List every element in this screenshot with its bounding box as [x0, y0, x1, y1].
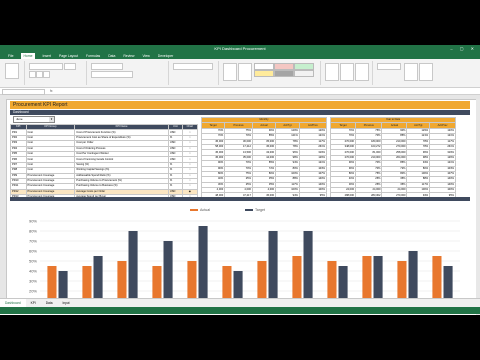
radio-icon[interactable]: ○: [189, 185, 191, 188]
sort-filter-icon[interactable]: [404, 63, 418, 81]
table-row[interactable]: PR9 Procurement Coverage Addressable Spend…: [10, 172, 199, 179]
number-group: [170, 61, 219, 85]
radio-icon[interactable]: ○: [189, 179, 191, 182]
y-tick-label: 50%: [29, 259, 37, 264]
x-tick-label: April: [158, 314, 166, 315]
month-select[interactable]: June ▾: [13, 116, 55, 123]
cells-group: [322, 61, 373, 85]
y-tick-label: 60%: [29, 249, 37, 254]
radio-icon[interactable]: ○: [189, 136, 191, 139]
font-size-field[interactable]: [64, 63, 76, 70]
alignment-group: [88, 61, 169, 85]
editing-group: [374, 61, 434, 85]
x-tick-label: August: [296, 314, 309, 315]
conditional-formatting-icon[interactable]: [223, 63, 237, 81]
paste-icon[interactable]: [5, 63, 19, 79]
radio-icon[interactable]: ○: [189, 142, 191, 145]
x-tick-label: October: [365, 314, 380, 315]
sheet-tab[interactable]: Input: [57, 299, 74, 307]
format-as-table-icon[interactable]: [238, 63, 252, 81]
title-bar: KPI Dashboard Procurement – ▢ ✕: [0, 45, 480, 53]
window-title: KPI Dashboard Procurement: [214, 46, 266, 51]
x-tick-label: December: [433, 314, 452, 315]
ribbon: [0, 59, 480, 88]
table-row[interactable]: PR11 Procurement Coverage Purchasing Volum…: [10, 183, 199, 190]
radio-icon[interactable]: ◉: [189, 190, 191, 193]
font-group: [26, 61, 87, 85]
radio-icon[interactable]: ○: [189, 158, 191, 161]
ytd-table: Year to Date Target Previous Actual Act/Tgt A…: [329, 116, 456, 205]
x-tick-label: November: [398, 314, 417, 315]
styles-group: [220, 61, 321, 85]
style-good[interactable]: [294, 63, 314, 70]
radio-icon[interactable]: ○: [189, 153, 191, 156]
font-name-field[interactable]: [29, 63, 63, 70]
wrap-text-button[interactable]: [91, 63, 123, 70]
legend-label: Actual: [200, 208, 210, 212]
window-controls[interactable]: – ▢ ✕: [450, 45, 477, 53]
x-tick-label: September: [328, 314, 348, 315]
x-tick-label: February: [84, 314, 100, 315]
sheet-tabs: Dashboard KPI Data Input: [0, 298, 480, 308]
sheet-tab[interactable]: Data: [41, 299, 58, 307]
vertical-scrollbar[interactable]: [476, 99, 480, 315]
style-normal[interactable]: [254, 63, 274, 70]
underline-icon[interactable]: [43, 71, 50, 78]
y-tick-label: 90%: [29, 219, 37, 224]
row-headers: [0, 99, 7, 303]
status-bar: [0, 307, 480, 314]
style-calculation[interactable]: [274, 70, 294, 77]
merge-center-button[interactable]: [91, 71, 133, 78]
kpi-table: KPI KPI Group KPI Name Unit Chart PR1 Cost Cost…: [10, 123, 199, 206]
sheet-tab[interactable]: KPI: [26, 299, 41, 307]
insert-cells-icon[interactable]: [325, 63, 339, 81]
clipboard-group: [2, 61, 25, 85]
x-tick-label: March: [122, 314, 133, 315]
x-tick-label: January: [50, 314, 64, 315]
radio-icon[interactable]: ○: [189, 147, 191, 150]
excel-window: KPI Dashboard Procurement – ▢ ✕ File Home…: [0, 45, 480, 315]
legend-label: Target: [255, 208, 265, 212]
radio-icon[interactable]: ○: [189, 163, 191, 166]
y-tick-label: 70%: [29, 239, 37, 244]
x-tick-label: May: [194, 314, 202, 315]
legend-swatch: [245, 209, 253, 211]
format-cells-icon[interactable]: [355, 63, 369, 81]
delete-cells-icon[interactable]: [340, 63, 354, 81]
month-select-value: June: [16, 117, 23, 121]
formula-bar: fx: [0, 88, 480, 95]
radio-icon[interactable]: ○: [189, 131, 191, 134]
number-format-select[interactable]: [173, 63, 213, 70]
y-tick-label: 80%: [29, 229, 37, 234]
fx-icon: fx: [50, 89, 53, 93]
italic-icon[interactable]: [36, 71, 43, 78]
y-tick-label: 20%: [29, 289, 37, 294]
column-headers: [0, 95, 480, 100]
monthly-table: Monthly Target Previous Actual Act/Tgt Act/Pr…: [200, 116, 328, 205]
radio-icon[interactable]: ○: [189, 174, 191, 177]
table-row[interactable]: PR12 Procurement Coverage Average Costs pe…: [10, 188, 199, 196]
y-tick-label: 30%: [29, 279, 37, 284]
legend-swatch: [190, 209, 198, 211]
find-select-icon[interactable]: [419, 63, 433, 81]
chevron-down-icon[interactable]: ▾: [49, 117, 54, 122]
radio-icon[interactable]: ○: [189, 169, 191, 172]
report-title: Procurement KPI Report: [13, 102, 68, 108]
style-bad[interactable]: [274, 63, 294, 70]
table-row[interactable]: PR10 Procurement Coverage Purchasing Volum…: [10, 177, 199, 185]
report-banner: Procurement KPI Report: [10, 101, 470, 109]
x-tick-label: July: [264, 314, 271, 315]
y-tick-label: 40%: [29, 269, 37, 274]
dashboard-bar: Dashboard: [10, 110, 470, 115]
autosum-icon[interactable]: [377, 63, 401, 70]
x-tick-label: June: [228, 314, 237, 315]
dashboard-label: Dashboard: [13, 110, 29, 114]
bold-icon[interactable]: [29, 71, 36, 78]
style-neutral[interactable]: [254, 70, 274, 77]
style-check-cell[interactable]: [294, 70, 314, 77]
